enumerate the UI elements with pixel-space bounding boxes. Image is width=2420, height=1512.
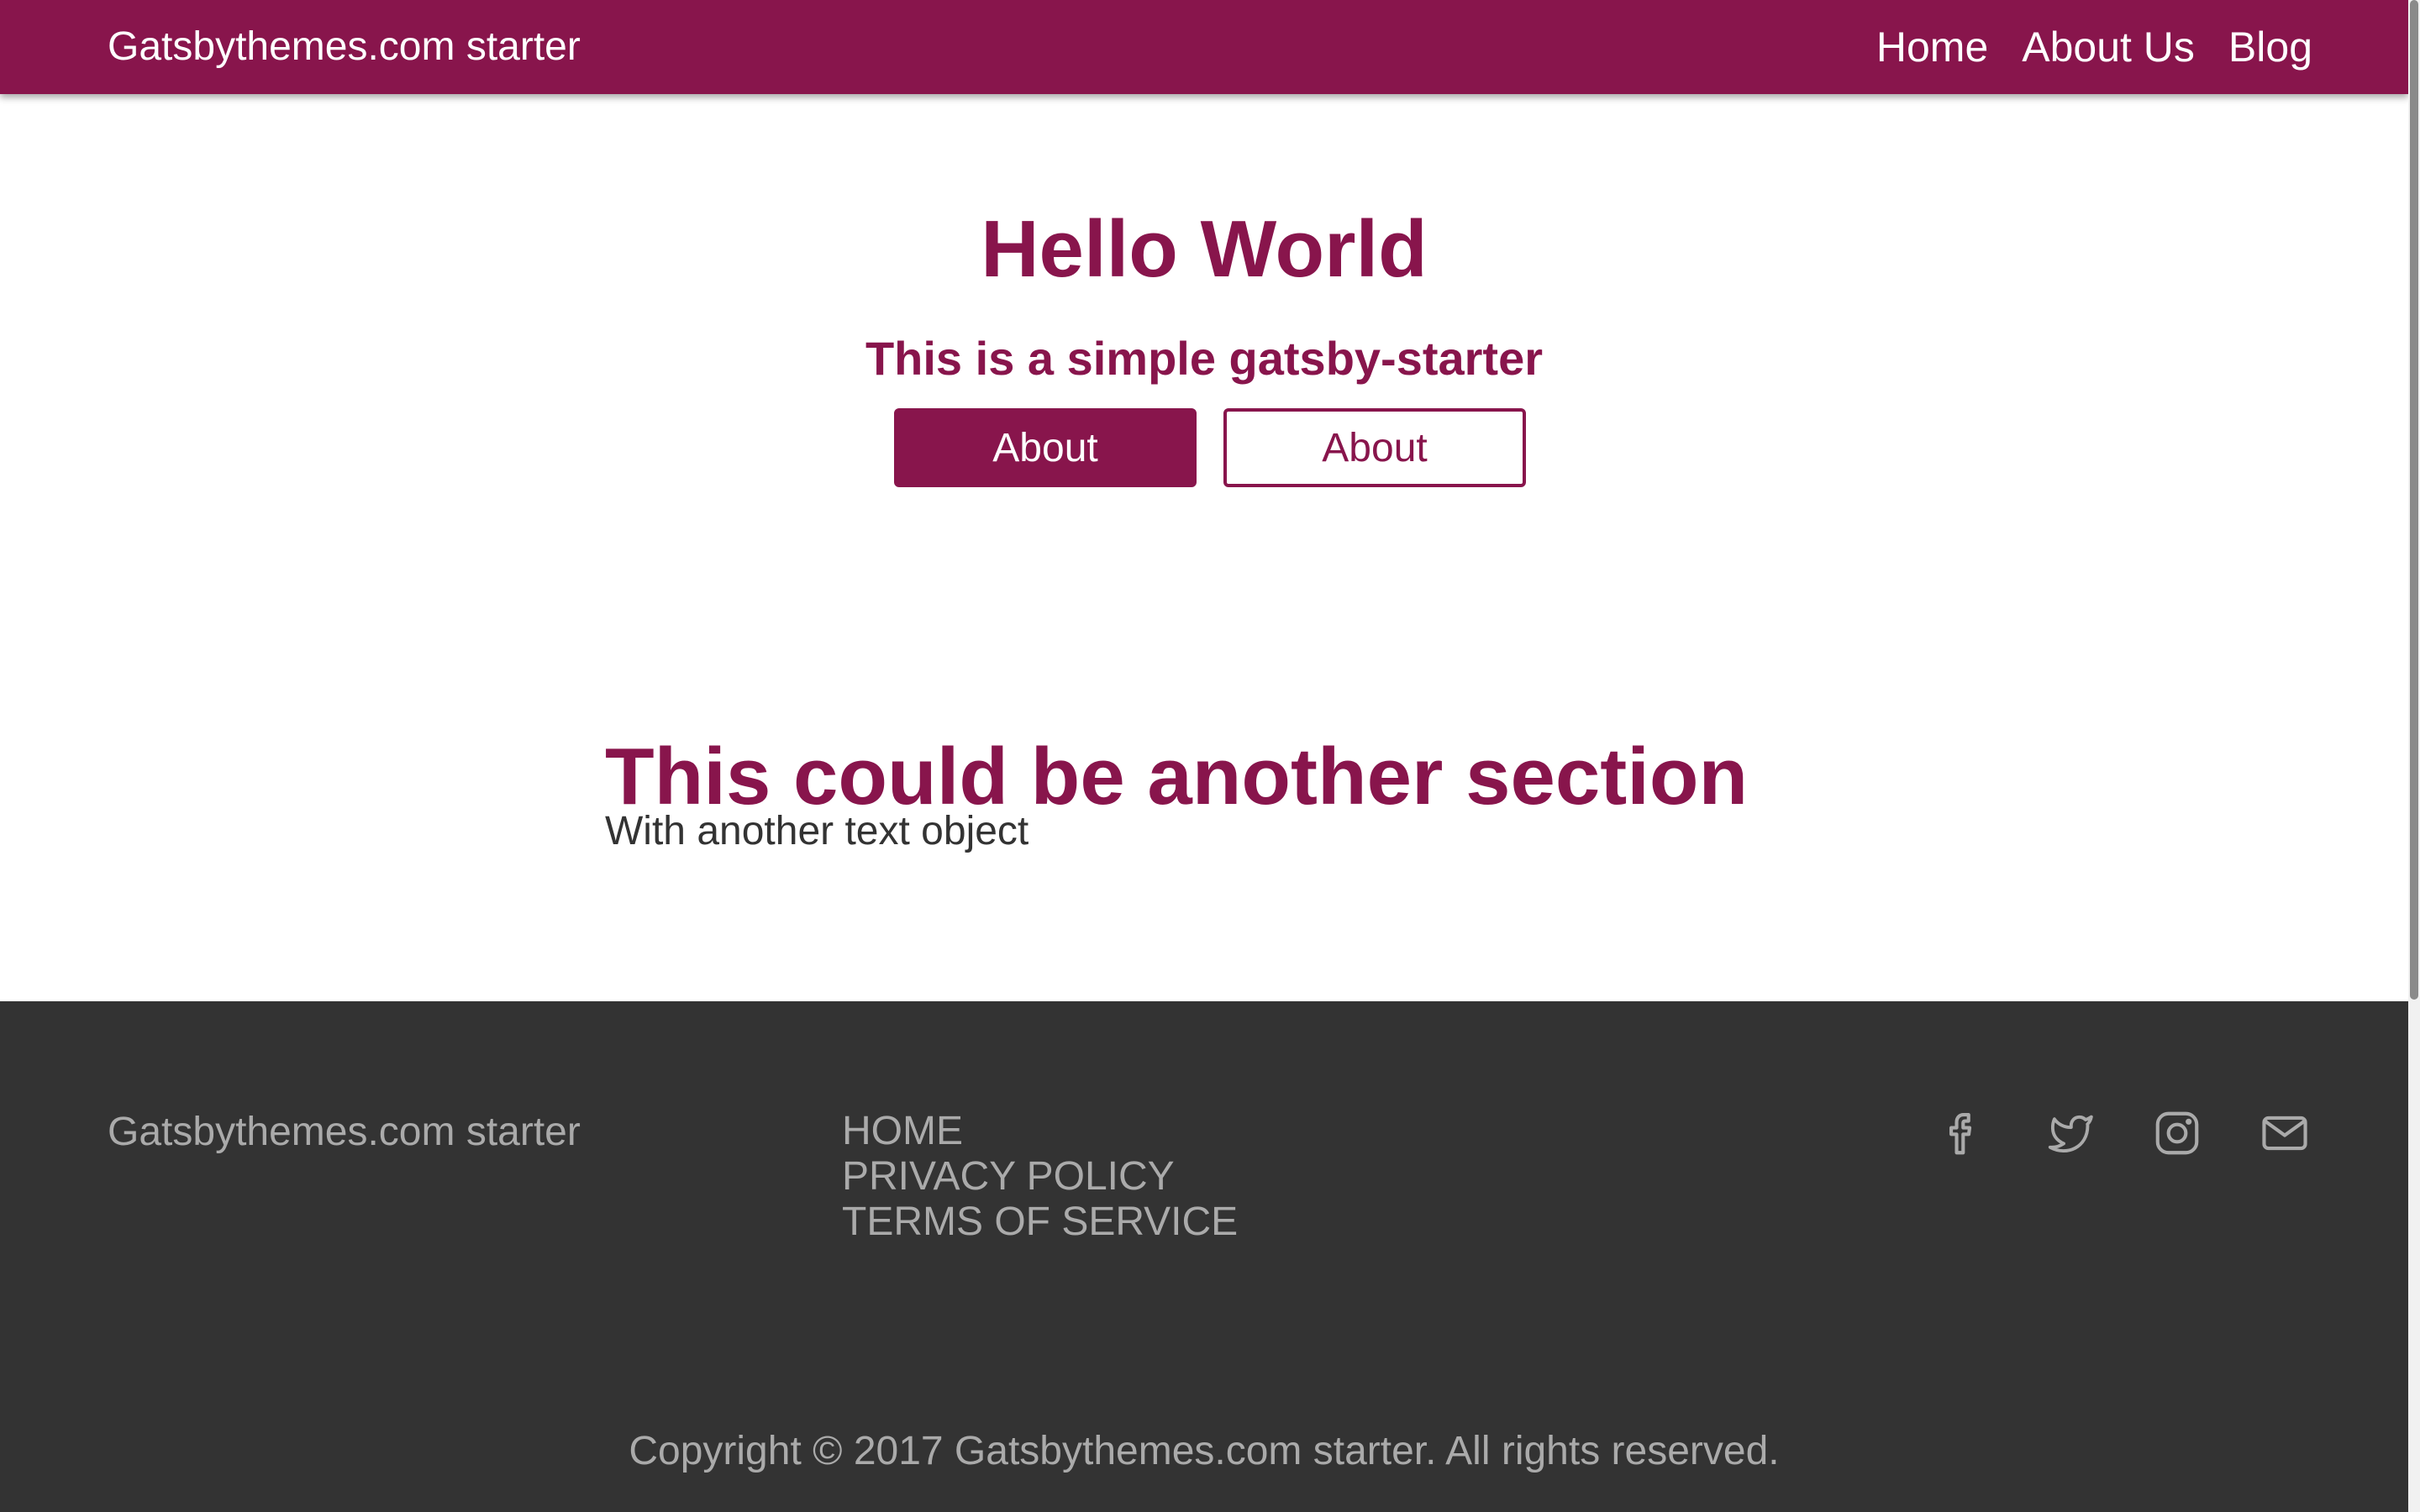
nav-links: Home About Us Blog	[1876, 24, 2312, 71]
footer-home-link[interactable]: HOME	[842, 1109, 1238, 1154]
footer-links: HOME PRIVACY POLICY TERMS OF SERVICE	[842, 1109, 1238, 1245]
nav-about-us-link[interactable]: About Us	[2022, 24, 2195, 71]
footer-privacy-policy-link[interactable]: PRIVACY POLICY	[842, 1154, 1238, 1200]
mail-icon[interactable]	[2259, 1107, 2311, 1159]
nav-blog-link[interactable]: Blog	[2228, 24, 2312, 71]
footer-terms-of-service-link[interactable]: TERMS OF SERVICE	[842, 1200, 1238, 1245]
instagram-icon[interactable]	[2151, 1107, 2203, 1159]
social-links	[1936, 1107, 2311, 1159]
site-brand[interactable]: Gatsbythemes.com starter	[108, 24, 581, 71]
footer-brand: Gatsbythemes.com starter	[108, 1110, 581, 1154]
scrollbar[interactable]	[2408, 0, 2420, 1512]
about-primary-button[interactable]: About	[894, 408, 1197, 487]
section-text: With another text object	[605, 809, 1029, 853]
about-outline-button[interactable]: About	[1223, 408, 1526, 487]
navbar: Gatsbythemes.com starter Home About Us B…	[0, 0, 2408, 94]
twitter-icon[interactable]	[2044, 1107, 2096, 1159]
facebook-icon[interactable]	[1936, 1107, 1988, 1159]
scrollbar-thumb[interactable]	[2410, 0, 2418, 1000]
copyright-text: Copyright © 2017 Gatsbythemes.com starte…	[629, 1429, 1780, 1473]
nav-home-link[interactable]: Home	[1876, 24, 1988, 71]
hero-subtitle: This is a simple gatsby-starter	[865, 332, 1544, 386]
hero-title: Hello World	[981, 204, 1428, 295]
footer: Gatsbythemes.com starter HOME PRIVACY PO…	[0, 1001, 2408, 1512]
